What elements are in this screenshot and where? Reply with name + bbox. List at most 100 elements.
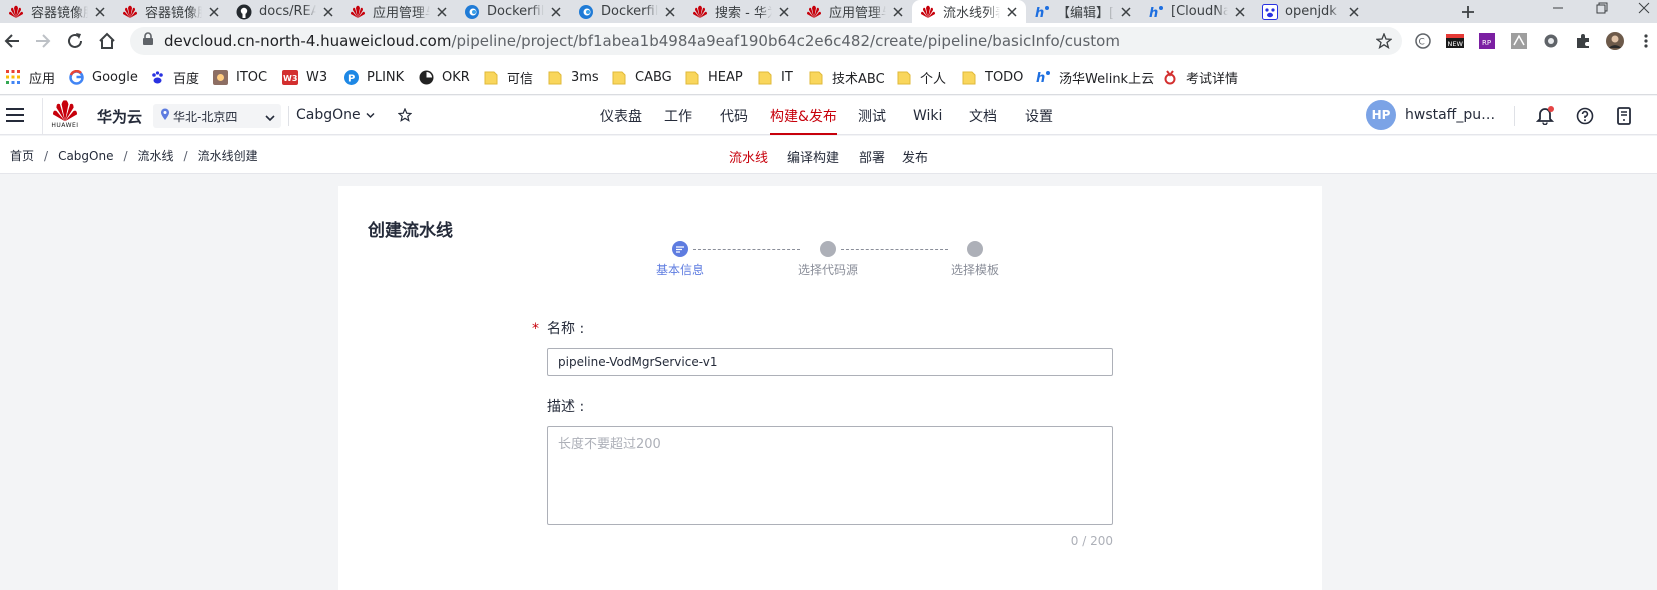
forward-arrow-icon[interactable] bbox=[33, 31, 53, 51]
close-tab-icon[interactable] bbox=[1346, 4, 1362, 20]
user-menu[interactable]: HP hwstaff_pub_cabgone bbox=[1366, 100, 1503, 130]
project-select[interactable]: CabgOne bbox=[296, 107, 375, 123]
restore-icon[interactable] bbox=[1592, 0, 1612, 16]
subnav-compile-build[interactable]: 编译构建 bbox=[787, 147, 839, 166]
extension-icon[interactable]: C bbox=[1414, 32, 1432, 50]
description-label: 描述 : bbox=[547, 399, 585, 415]
reload-icon[interactable] bbox=[65, 31, 85, 51]
brand-logo[interactable]: HUAWEI 华为云 bbox=[42, 98, 142, 134]
bookmark-google[interactable]: Google bbox=[68, 68, 138, 86]
home-icon[interactable] bbox=[97, 31, 117, 51]
browser-tab[interactable]: 容器镜像服务 bbox=[114, 0, 228, 23]
nav-settings[interactable]: 设置 bbox=[1025, 96, 1053, 135]
bookmark-kexin[interactable]: 可信 bbox=[483, 68, 533, 87]
puzzle-icon[interactable] bbox=[1574, 32, 1592, 50]
subnav-deploy[interactable]: 部署 bbox=[859, 147, 885, 166]
browser-tab[interactable]: 容器镜像服务 bbox=[0, 0, 114, 23]
hamburger-menu-icon[interactable] bbox=[5, 106, 25, 124]
profile-avatar[interactable] bbox=[1606, 32, 1624, 50]
browser-tab[interactable]: Dockerfile bbox=[456, 0, 570, 23]
itoc-icon bbox=[212, 69, 228, 85]
minimize-icon[interactable] bbox=[1548, 0, 1568, 16]
bookmark-w3[interactable]: W3 W3 bbox=[282, 68, 327, 86]
address-bar[interactable]: devcloud.cn-north-4.huaweicloud.com/pipe… bbox=[130, 27, 1402, 55]
step-connector bbox=[841, 249, 948, 250]
favorite-star-icon[interactable] bbox=[397, 107, 413, 126]
bookmark-personal[interactable]: 个人 bbox=[896, 68, 946, 87]
browser-tab[interactable]: docs/README bbox=[228, 0, 342, 23]
close-tab-icon[interactable] bbox=[92, 4, 108, 20]
bookmark-todo[interactable]: TODO bbox=[961, 68, 1023, 86]
browser-tab[interactable]: 应用管理与运维 bbox=[342, 0, 456, 23]
breadcrumb-project[interactable]: CabgOne bbox=[58, 149, 113, 163]
tab-title: openjdk bbox=[1285, 4, 1337, 19]
nav-wiki[interactable]: Wiki bbox=[913, 96, 942, 135]
nav-docs[interactable]: 文档 bbox=[969, 96, 997, 135]
bookmark-plink[interactable]: P PLINK bbox=[343, 68, 404, 86]
browser-tab-active[interactable]: 流水线列表 bbox=[912, 0, 1026, 23]
bookmark-3ms[interactable]: 3ms bbox=[547, 68, 599, 86]
bookmark-itoc[interactable]: ITOC bbox=[212, 68, 267, 86]
close-tab-icon[interactable] bbox=[662, 4, 678, 20]
browser-tab[interactable]: Dockerfile bbox=[570, 0, 684, 23]
close-tab-icon[interactable] bbox=[890, 4, 906, 20]
new-tab-icon[interactable] bbox=[1458, 2, 1478, 22]
region-select[interactable]: 华北-北京四 bbox=[153, 104, 281, 128]
subnav-release[interactable]: 发布 bbox=[902, 147, 928, 166]
huawei-logo-icon bbox=[692, 4, 708, 20]
bookmark-tech-abc[interactable]: 技术ABC bbox=[808, 68, 885, 87]
lock-icon[interactable] bbox=[142, 32, 154, 50]
close-tab-icon[interactable] bbox=[1232, 4, 1248, 20]
close-tab-icon[interactable] bbox=[434, 4, 450, 20]
breadcrumb-home[interactable]: 首页 bbox=[10, 147, 34, 164]
notification-bell-icon[interactable] bbox=[1535, 106, 1555, 126]
browser-tab[interactable]: h [CloudNa bbox=[1140, 0, 1254, 23]
bookmark-star-icon[interactable] bbox=[1375, 32, 1393, 53]
folder-icon bbox=[611, 69, 627, 85]
nav-code[interactable]: 代码 bbox=[720, 96, 748, 135]
folder-icon bbox=[808, 69, 824, 85]
nav-test[interactable]: 测试 bbox=[858, 96, 886, 135]
bookmark-apps[interactable]: 应用 bbox=[5, 68, 55, 87]
browser-tab[interactable]: 应用管理与运维 bbox=[798, 0, 912, 23]
browser-tab[interactable]: openjdk bbox=[1254, 0, 1368, 23]
bookmark-okr[interactable]: OKR bbox=[418, 68, 470, 86]
bookmark-welink[interactable]: h 汤华Welink上云 bbox=[1035, 68, 1154, 87]
close-tab-icon[interactable] bbox=[320, 4, 336, 20]
back-arrow-icon[interactable] bbox=[2, 31, 22, 51]
bookmark-it[interactable]: IT bbox=[757, 68, 793, 86]
step-2-indicator bbox=[820, 241, 836, 257]
more-vertical-icon[interactable] bbox=[1637, 32, 1655, 50]
close-tab-icon[interactable] bbox=[548, 4, 564, 20]
description-textarea[interactable] bbox=[547, 426, 1113, 525]
circle-extension-icon[interactable] bbox=[1542, 32, 1560, 50]
close-tab-icon[interactable] bbox=[776, 4, 792, 20]
help-icon[interactable] bbox=[1575, 106, 1595, 126]
nav-dashboard[interactable]: 仪表盘 bbox=[600, 96, 642, 135]
close-tab-icon[interactable] bbox=[206, 4, 222, 20]
browser-tab[interactable]: 搜索 - 华为 bbox=[684, 0, 798, 23]
bookmark-heap[interactable]: HEAP bbox=[684, 68, 743, 86]
pipeline-name-input[interactable] bbox=[547, 348, 1113, 376]
close-window-icon[interactable] bbox=[1634, 0, 1654, 16]
mobile-icon[interactable] bbox=[1614, 106, 1634, 126]
pdf-extension-icon[interactable] bbox=[1510, 32, 1528, 50]
subnav-pipeline[interactable]: 流水线 bbox=[729, 147, 768, 166]
bookmark-baidu[interactable]: 百度 bbox=[149, 68, 199, 87]
breadcrumb-pipeline[interactable]: 流水线 bbox=[138, 147, 174, 164]
nav-work[interactable]: 工作 bbox=[664, 96, 692, 135]
folder-icon bbox=[757, 69, 773, 85]
bookmark-cabg[interactable]: CABG bbox=[611, 68, 672, 86]
folder-icon bbox=[483, 69, 499, 85]
rp-extension-icon[interactable]: RP bbox=[1478, 32, 1496, 50]
exam-icon bbox=[1162, 69, 1178, 85]
bookmark-exam[interactable]: 考试详情 bbox=[1162, 68, 1238, 87]
close-tab-icon[interactable] bbox=[1004, 4, 1020, 20]
user-name: hwstaff_pub_cabgone bbox=[1405, 107, 1503, 123]
huawei-logo-icon bbox=[350, 4, 366, 20]
edge-icon bbox=[578, 4, 594, 20]
nav-build-release[interactable]: 构建&发布 bbox=[770, 96, 837, 135]
new-badge-icon[interactable]: NEW bbox=[1446, 32, 1464, 50]
browser-tab[interactable]: h 【编辑】[ bbox=[1026, 0, 1140, 23]
close-tab-icon[interactable] bbox=[1118, 4, 1134, 20]
